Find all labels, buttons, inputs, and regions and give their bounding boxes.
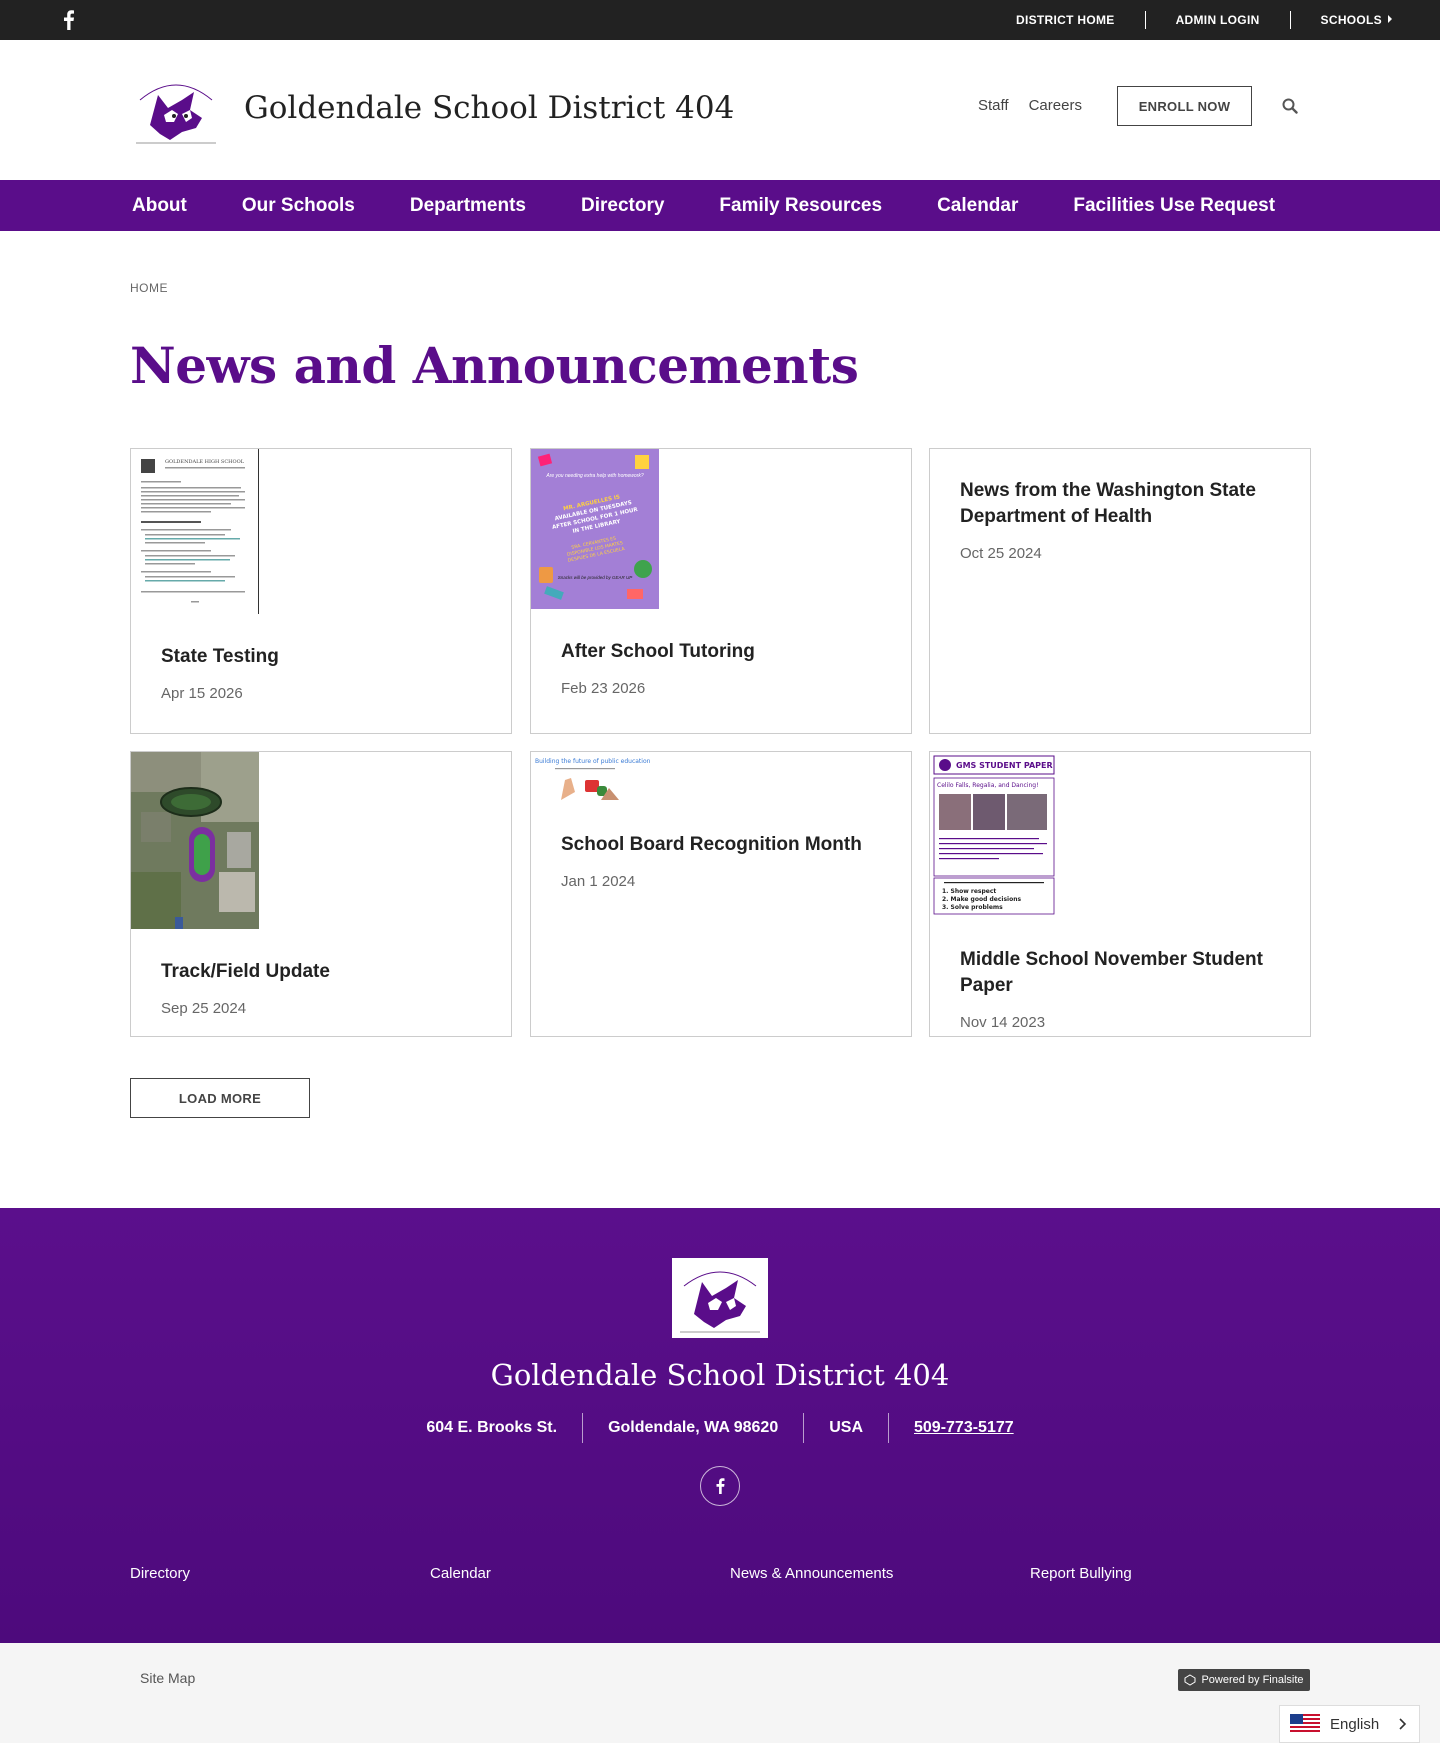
caret-right-icon bbox=[1388, 15, 1392, 23]
footer-phone-link[interactable]: 509-773-5177 bbox=[888, 1413, 1039, 1443]
site-map-link[interactable]: Site Map bbox=[140, 1670, 195, 1686]
us-flag-icon bbox=[1290, 1714, 1320, 1734]
footer-links: Directory Calendar News & Announcements … bbox=[130, 1565, 1330, 1582]
paper-sub-text: Celilo Falls, Regalia, and Dancing! bbox=[937, 782, 1039, 789]
paper-list-2: 2. Make good decisions bbox=[942, 896, 1021, 903]
news-card[interactable]: Are you needing extra help with homework… bbox=[530, 448, 912, 734]
district-logo-icon[interactable] bbox=[130, 70, 222, 150]
nav-about[interactable]: About bbox=[132, 195, 187, 217]
footer-facebook-button[interactable] bbox=[700, 1466, 740, 1506]
footer-logo-icon[interactable] bbox=[672, 1258, 768, 1338]
main-nav: About Our Schools Departments Directory … bbox=[0, 180, 1440, 231]
news-date: Apr 15 2026 bbox=[161, 685, 243, 702]
footer-street: 604 E. Brooks St. bbox=[426, 1419, 558, 1436]
news-date: Oct 25 2024 bbox=[960, 545, 1042, 562]
powered-by-badge[interactable]: Powered by Finalsite bbox=[1178, 1669, 1310, 1691]
news-title[interactable]: Middle School November Student Paper bbox=[960, 947, 1282, 999]
footer-link-report-bullying[interactable]: Report Bullying bbox=[1030, 1565, 1330, 1582]
breadcrumb[interactable]: HOME bbox=[130, 281, 168, 295]
footer-title: Goldendale School District 404 bbox=[490, 1358, 950, 1392]
nav-our-schools[interactable]: Our Schools bbox=[242, 195, 355, 217]
nav-departments[interactable]: Departments bbox=[410, 195, 526, 217]
flyer-line-1: Are you needing extra help with homework… bbox=[545, 473, 643, 479]
chevron-right-icon bbox=[1399, 1718, 1407, 1730]
staff-link[interactable]: Staff bbox=[978, 97, 1009, 114]
news-thumbnail: GMS STUDENT PAPER Celilo Falls, Regalia,… bbox=[930, 752, 1058, 917]
language-selector[interactable]: English bbox=[1279, 1705, 1420, 1743]
news-title[interactable]: School Board Recognition Month bbox=[561, 832, 883, 858]
load-more-button[interactable]: LOAD MORE bbox=[130, 1078, 310, 1118]
footer-country: USA bbox=[803, 1413, 888, 1443]
news-thumbnail bbox=[131, 752, 259, 929]
paper-header-text: GMS STUDENT PAPER bbox=[956, 761, 1053, 770]
board-banner-text: Building the future of public education bbox=[535, 758, 651, 765]
doc-header-text: GOLDENDALE HIGH SCHOOL bbox=[165, 459, 245, 465]
news-card[interactable]: GMS STUDENT PAPER Celilo Falls, Regalia,… bbox=[929, 751, 1311, 1037]
powered-by-text: Powered by Finalsite bbox=[1201, 1674, 1304, 1686]
news-date: Nov 14 2023 bbox=[960, 1014, 1046, 1031]
careers-link[interactable]: Careers bbox=[1029, 97, 1082, 114]
search-icon[interactable] bbox=[1282, 98, 1298, 114]
nav-facilities-use-request[interactable]: Facilities Use Request bbox=[1073, 195, 1275, 217]
news-date: Sep 25 2024 bbox=[161, 1000, 247, 1017]
news-title[interactable]: Track/Field Update bbox=[161, 959, 483, 985]
schools-dropdown[interactable]: SCHOOLS bbox=[1289, 11, 1392, 29]
site-title[interactable]: Goldendale School District 404 bbox=[244, 90, 734, 126]
finalsite-icon bbox=[1184, 1674, 1196, 1686]
nav-calendar[interactable]: Calendar bbox=[937, 195, 1018, 217]
district-home-link[interactable]: DISTRICT HOME bbox=[986, 11, 1145, 29]
utility-links: DISTRICT HOME ADMIN LOGIN SCHOOLS bbox=[986, 0, 1392, 40]
facebook-icon bbox=[716, 1478, 724, 1494]
utility-bar: DISTRICT HOME ADMIN LOGIN SCHOOLS bbox=[0, 0, 1440, 40]
page-title: News and Announcements bbox=[130, 336, 859, 395]
footer-address: 604 E. Brooks St. Goldendale, WA 98620 U… bbox=[0, 1413, 1440, 1443]
footer-link-calendar[interactable]: Calendar bbox=[430, 1565, 730, 1582]
news-thumbnail: GOLDENDALE HIGH SCHOOL bbox=[131, 449, 259, 614]
news-title[interactable]: State Testing bbox=[161, 644, 483, 670]
news-date: Jan 1 2024 bbox=[561, 873, 636, 890]
paper-list-1: 1. Show respect bbox=[942, 888, 996, 895]
bottom-bar: Site Map Powered by Finalsite English bbox=[0, 1643, 1440, 1743]
footer-link-directory[interactable]: Directory bbox=[130, 1565, 430, 1582]
news-title[interactable]: After School Tutoring bbox=[561, 639, 883, 665]
news-thumbnail: Building the future of public education bbox=[531, 752, 659, 802]
header-links: Staff Careers bbox=[978, 97, 1082, 114]
flyer-line-3: Snacks will be provided by GEAR UP bbox=[558, 575, 633, 580]
footer-link-news[interactable]: News & Announcements bbox=[730, 1565, 1030, 1582]
site-footer: Goldendale School District 404 604 E. Br… bbox=[0, 1208, 1440, 1643]
site-header: Goldendale School District 404 Staff Car… bbox=[0, 40, 1440, 180]
paper-list-3: 3. Solve problems bbox=[942, 904, 1003, 911]
language-label: English bbox=[1330, 1715, 1380, 1733]
news-title[interactable]: News from the Washington State Departmen… bbox=[960, 478, 1282, 530]
footer-city: Goldendale, WA 98620 bbox=[582, 1413, 803, 1443]
admin-login-link[interactable]: ADMIN LOGIN bbox=[1144, 11, 1290, 29]
schools-label: SCHOOLS bbox=[1320, 13, 1382, 27]
enroll-now-button[interactable]: ENROLL NOW bbox=[1117, 86, 1252, 126]
news-card[interactable]: GOLDENDALE HIGH SCHOOL State Testing Apr… bbox=[130, 448, 512, 734]
news-date: Feb 23 2026 bbox=[561, 680, 646, 697]
news-thumbnail: Are you needing extra help with homework… bbox=[531, 449, 659, 609]
nav-directory[interactable]: Directory bbox=[581, 195, 664, 217]
facebook-icon[interactable] bbox=[62, 10, 76, 30]
news-card[interactable]: Track/Field Update Sep 25 2024 bbox=[130, 751, 512, 1037]
news-card[interactable]: News from the Washington State Departmen… bbox=[929, 448, 1311, 734]
news-card[interactable]: Building the future of public education … bbox=[530, 751, 912, 1037]
nav-family-resources[interactable]: Family Resources bbox=[719, 195, 882, 217]
